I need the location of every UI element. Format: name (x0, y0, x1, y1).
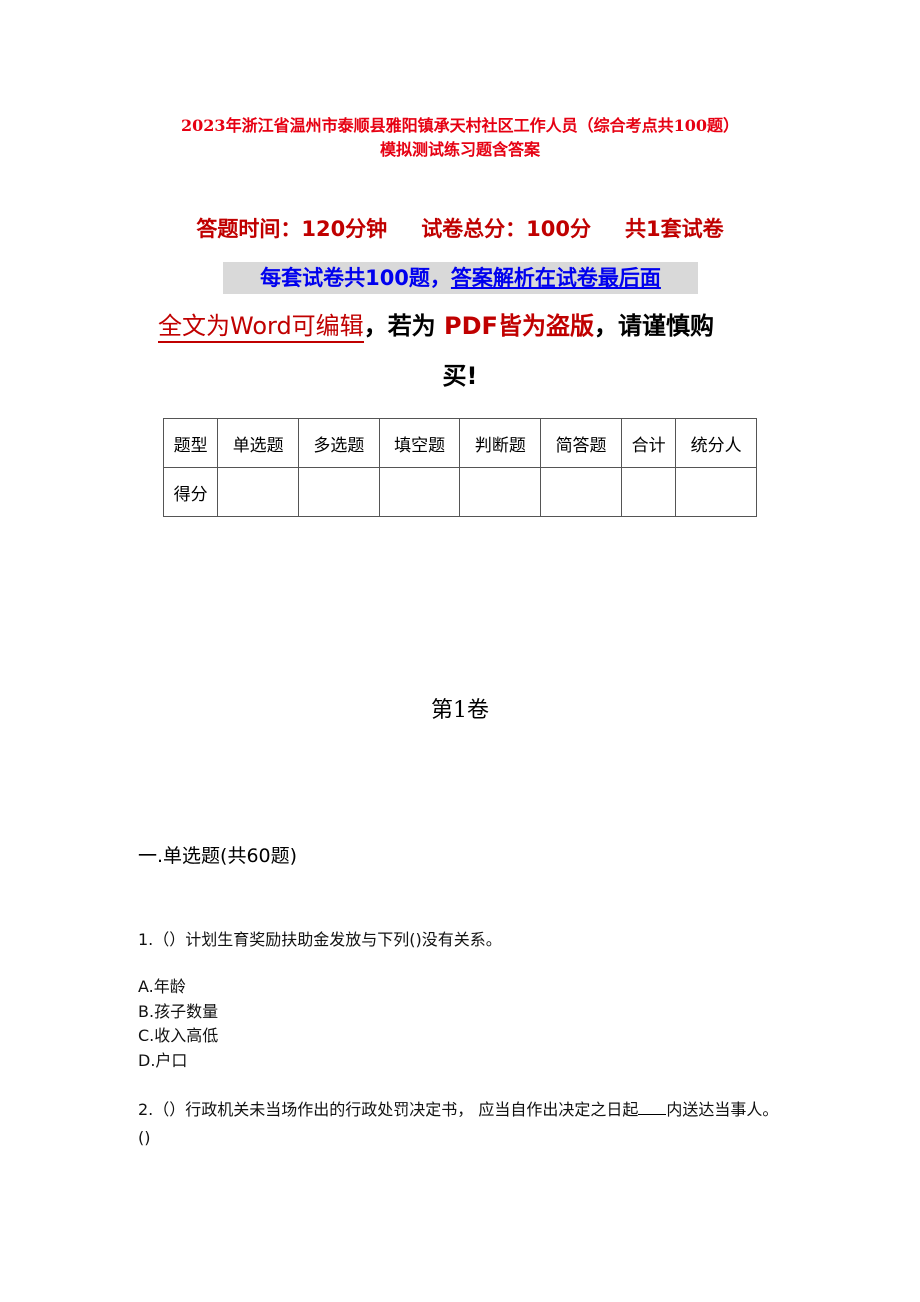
header-cell: 判断题 (459, 418, 542, 468)
score-cell (459, 467, 542, 517)
score-cell (378, 467, 461, 517)
score-cell (298, 467, 380, 517)
option-d: D.户口 (138, 1050, 188, 1070)
score-cell (675, 467, 757, 517)
volume-title: 第1卷 (431, 698, 489, 723)
section-title: 一.单选题(共60题) (138, 845, 298, 867)
answer-banner: 每套试卷共100题，答案解析在试卷最后面 (223, 262, 698, 294)
header-cell: 单选题 (217, 418, 300, 468)
document-title-line-2: 模拟测试练习题含答案 (379, 140, 540, 159)
option-a: A.年龄 (138, 977, 186, 996)
exam-total-score: 试卷总分：100分 (421, 217, 592, 241)
option-b: B.孩子数量 (138, 1001, 219, 1021)
notice-if-pdf: 若为 (387, 312, 436, 340)
notice-careful: 请谨慎购 (617, 312, 714, 340)
header-cell: 多选题 (298, 418, 380, 468)
exam-sets: 共1套试卷 (625, 217, 724, 241)
question-1-options: A.年龄 B.孩子数量 C.收入高低 D.户口 (138, 975, 218, 1073)
notice-editable: 全文为Word可编辑 (158, 312, 364, 343)
question-2-text-before-blank: 2.（）行政机关未当场作出的行政处罚决定书， 应当自作出决定之日起 (138, 1100, 639, 1119)
notice-comma-2: ， (593, 312, 618, 340)
question-1-text: 1.（）计划生育奖励扶助金发放与下列()没有关系。 (138, 930, 502, 949)
header-cell: 统分人 (675, 418, 757, 468)
banner-question-count: 每套试卷共100题， (260, 266, 451, 290)
header-cell: 合计 (620, 418, 677, 468)
score-table: 题型 单选题 多选题 填空题 判断题 简答题 合计 统分人 得分 (162, 418, 757, 517)
notice-line-2: 买! (442, 362, 478, 390)
score-cell (540, 467, 622, 517)
score-cell (620, 467, 677, 517)
notice-pdf-piracy: PDF皆为盗版 (444, 312, 594, 340)
header-cell: 填空题 (378, 418, 461, 468)
score-table-score-row: 得分 (162, 467, 757, 517)
score-table-header-row: 题型 单选题 多选题 填空题 判断题 简答题 合计 统分人 (162, 418, 757, 468)
score-label-cell: 得分 (162, 467, 219, 517)
exam-time: 答题时间：120分钟 (196, 217, 388, 241)
option-c: C.收入高低 (138, 1026, 219, 1045)
editable-notice: 全文为Word可编辑，若为 PDF皆为盗版，请谨慎购 (158, 306, 714, 346)
header-cell: 简答题 (540, 418, 622, 468)
document-title-line-1: 2023年浙江省温州市泰顺县雅阳镇承天村社区工作人员（综合考点共100题） (181, 116, 739, 135)
question-2-text: 2.（）行政机关未当场作出的行政处罚决定书， 应当自作出决定之日起 内送达当事人。… (138, 1096, 788, 1152)
exam-info: 答题时间：120分钟 试卷总分：100分 共1套试卷 (0, 214, 920, 244)
header-cell: 题型 (162, 418, 219, 468)
score-cell (217, 467, 300, 517)
banner-answer-location: 答案解析在试卷最后面 (450, 266, 661, 290)
answer-blank (638, 1098, 667, 1115)
notice-comma: ， (363, 312, 388, 340)
